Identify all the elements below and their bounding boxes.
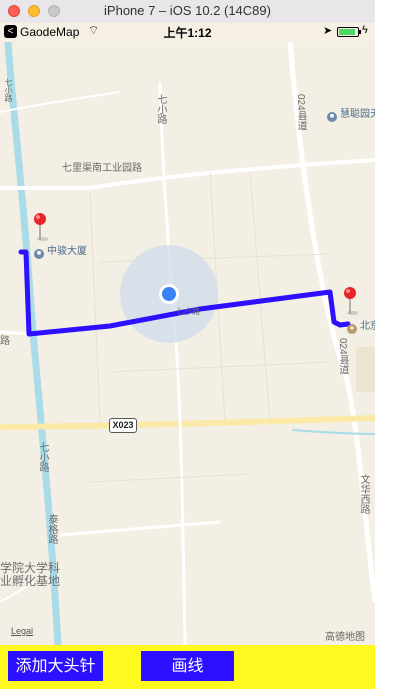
road-label-lower: 七小路 (37, 442, 48, 472)
amap-logo: 高德地图 (325, 632, 365, 643)
poi-zhongjun[interactable]: ■ 中骏大厦 (34, 242, 87, 259)
status-time: 上午1:12 (163, 26, 212, 40)
building-icon: ■ (34, 249, 44, 259)
ios-status-bar: < GaodeMap ⌔ 上午1:12 ➤ ϟ (0, 22, 375, 42)
poi-college[interactable]: 学院大学科 业孵化基地 (0, 562, 60, 588)
battery-icon (337, 27, 359, 37)
road-label-wenhua-west: 文华西路 (358, 474, 369, 514)
building-block (356, 347, 375, 392)
poi-bei-label: 北京 (360, 321, 375, 332)
road-label-ji: 泰格路 (46, 514, 57, 544)
road-shield-x023: X023 (109, 418, 137, 433)
simulator-window: iPhone 7 – iOS 10.2 (14C89) < GaodeMap ⌔… (0, 0, 375, 689)
road-label-qixiqu: 七里渠南工业园路 (62, 163, 142, 174)
poi-huicong-label: 慧聪园天 (340, 109, 375, 120)
road-qixiqu (0, 158, 375, 190)
draw-line-button[interactable]: 画线 (141, 651, 234, 681)
add-pin-button[interactable]: 添加大头针 (8, 651, 103, 681)
map-pin-right[interactable] (342, 286, 358, 316)
road-label-county-024-b: 024县道 (337, 338, 348, 375)
field-line (89, 473, 251, 483)
building-icon: ■ (327, 112, 337, 122)
road-qixiao-center (158, 81, 187, 645)
stream-right (291, 429, 375, 435)
road-label-top-left: 七小路 (4, 78, 13, 102)
user-location-dot (162, 287, 176, 301)
simulator-titlebar: iPhone 7 – iOS 10.2 (14C89) (0, 0, 375, 23)
legal-link[interactable]: Legal (11, 626, 33, 636)
road-lower (59, 520, 221, 537)
road-top-left (0, 91, 121, 113)
field-line (249, 171, 271, 423)
location-services-icon: ➤ (323, 25, 333, 37)
poi-bei[interactable]: ●北京 (347, 317, 375, 334)
river (4, 42, 62, 645)
bottom-toolbar: 添加大头针 画线 (0, 645, 375, 689)
charging-icon: ϟ (362, 24, 368, 36)
road-label-qixiao: 七小路 (155, 94, 166, 124)
road-label-left: 路 (0, 336, 10, 347)
map-pin-left[interactable] (32, 212, 48, 242)
field-line (109, 361, 331, 373)
simulator-title: iPhone 7 – iOS 10.2 (14C89) (104, 3, 271, 18)
map-canvas[interactable] (0, 42, 375, 645)
battery-level (339, 29, 356, 35)
road-label-county-024: 024县道 (295, 94, 306, 131)
road-label-center: 七小路 (176, 307, 200, 316)
poi-college-line2: 业孵化基地 (0, 574, 61, 588)
field-line (89, 191, 101, 423)
poi-huicong[interactable]: ■慧聪园天 (327, 105, 375, 122)
battery-tip (359, 30, 361, 34)
poi-marker-icon: ● (347, 324, 357, 334)
poi-zhongjun-label: 中骏大厦 (47, 246, 87, 257)
map-view[interactable]: 七里渠南工业园路 七小路 024县道 024县道 文华西路 路 七小路 七小路 … (0, 42, 375, 645)
road-x023 (0, 415, 375, 430)
